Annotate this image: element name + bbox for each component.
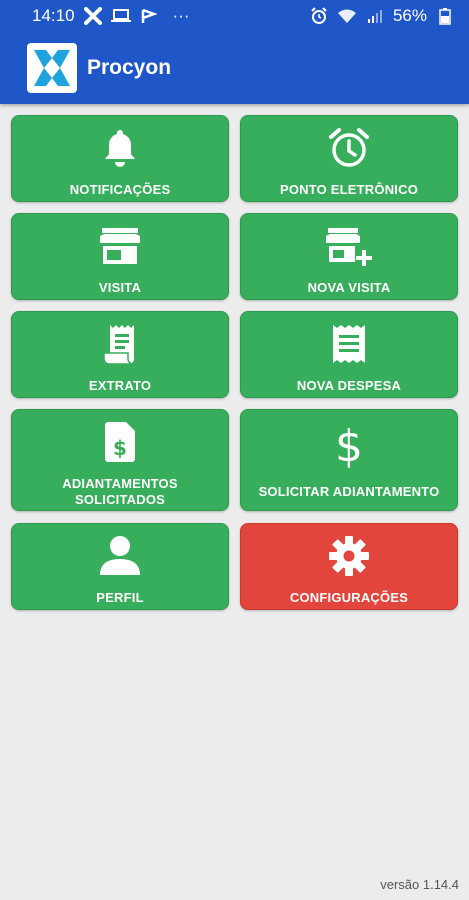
store-icon [98,224,142,268]
receipt-icon [100,322,140,366]
tile-nova-despesa[interactable]: NOVA DESPESA [240,311,458,398]
version-label: versão 1.14.4 [380,877,459,892]
tile-nova-visita[interactable]: NOVA VISITA [240,213,458,300]
tile-extrato[interactable]: EXTRATO [11,311,229,398]
procyon-logo [27,43,77,93]
tile-label: SOLICITAR ADIANTAMENTO [258,484,440,499]
tile-label: ADIANTAMENTOS SOLICITADOS [62,476,178,507]
dollar-icon: $ [334,420,364,470]
status-time: 14:10 [32,6,75,25]
status-right: 56% [309,6,455,26]
tile-label: CONFIGURAÇÕES [289,590,409,605]
tile-configuracoes[interactable]: CONFIGURAÇÕES [240,523,458,610]
svg-text:$: $ [113,436,127,460]
tile-solicitar-adiantamento[interactable]: $ SOLICITAR ADIANTAMENTO [240,409,458,511]
file-dollar-icon: $ [102,420,138,464]
flag-icon [139,6,159,26]
signal-icon [365,6,385,26]
tile-label: NOVA DESPESA [296,378,402,393]
user-icon [98,534,142,578]
receipt-lines-icon [329,322,369,366]
tile-label: PONTO ELETRÔNICO [279,182,419,197]
alarm-clock-icon [328,126,370,170]
status-overflow: ··· [172,6,190,25]
tile-label: VISITA [98,280,142,295]
battery-icon [435,6,455,26]
battery-percent: 56% [392,6,427,25]
svg-text:$: $ [335,421,363,469]
store-plus-icon [326,224,372,268]
gear-icon [328,534,370,578]
status-bar: 14:10 ··· 56% [0,0,469,32]
tile-label: EXTRATO [88,378,152,393]
tile-label: NOVA VISITA [307,280,391,295]
tile-label: NOTIFICAÇÕES [69,182,171,197]
tile-notificacoes[interactable]: NOTIFICAÇÕES [11,115,229,202]
wifi-icon [337,6,357,26]
tile-ponto-eletronico[interactable]: PONTO ELETRÔNICO [240,115,458,202]
tile-visita[interactable]: VISITA [11,213,229,300]
status-left: 14:10 ··· [32,6,190,26]
bell-icon [102,126,138,170]
tile-perfil[interactable]: PERFIL [11,523,229,610]
tile-adiantamentos-solicitados[interactable]: $ ADIANTAMENTOS SOLICITADOS [11,409,229,511]
app-bar: Procyon [0,32,469,104]
alarm-icon [309,6,329,26]
laptop-icon [110,6,131,26]
tile-label: PERFIL [96,590,144,605]
app-title: Procyon [87,56,172,79]
cross-app-icon [83,6,103,26]
